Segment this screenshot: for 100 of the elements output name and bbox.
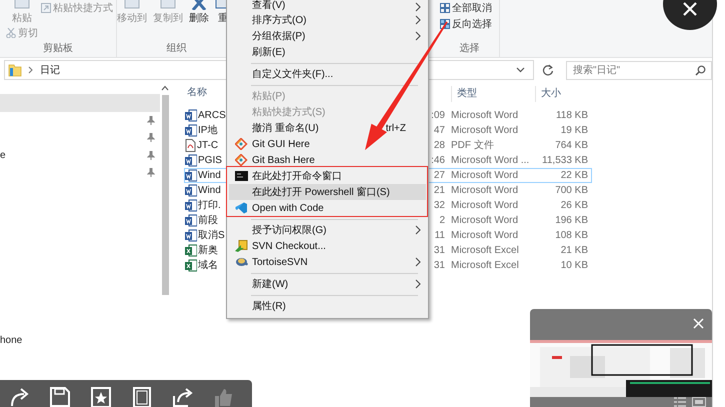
file-row[interactable]: 31 Microsoft Excel 21 KB [428,243,592,258]
file-row[interactable]: 28 PDF 文件 764 KB [428,138,592,153]
git-icon [235,154,248,166]
ribbon-button[interactable]: 反向选择 [440,16,492,32]
list-icon[interactable] [674,397,686,407]
address-path[interactable]: 日记 [40,63,60,77]
file-row[interactable]: 打印. [184,198,226,213]
menu-item[interactable]: 撤消 重命名(U) trl+Z [229,120,426,136]
git-icon [235,138,248,150]
file-row[interactable]: Wind [184,168,226,183]
close-icon[interactable] [693,318,704,328]
file-row[interactable]: :09 Microsoft Word 118 KB [428,108,592,123]
table-cell-text: 10 KB [560,260,588,272]
table-cell-text: Microsoft Word [451,214,520,226]
excel-icon [185,244,197,257]
menu-item[interactable]: Git GUI Here [229,136,426,152]
image-icon[interactable] [692,397,706,407]
file-row[interactable]: 11 Microsoft Word 108 KB [428,228,592,243]
checkout-icon [235,240,248,252]
file-row[interactable]: PGIS [184,153,226,168]
file-row[interactable]: 取消S [184,228,226,243]
file-row[interactable]: 21 Microsoft Word 700 KB [428,183,592,198]
table-cell-text: Microsoft Word [451,200,520,212]
table-cell-text: 2 [438,214,445,226]
table-cell-text: Microsoft Word [451,110,520,122]
column-header[interactable]: 类型 [451,86,535,102]
menu-item[interactable]: 查看(V) [229,0,426,12]
file-row[interactable]: 32 Microsoft Word 26 KB [428,198,592,213]
share-icon[interactable] [172,386,194,407]
table-cell-text: 118 KB [554,110,588,122]
floppy-icon[interactable] [49,386,71,407]
group-label: 组织 [166,42,188,55]
table-cell-text: :46 [430,154,445,166]
table-cell-text: Microsoft Word [451,170,520,182]
table-cell-text: 196 KB [554,214,588,226]
table-cell: PGIS [198,154,222,166]
pdf-icon [185,139,196,152]
ribbon-button[interactable]: 全部取消 [440,0,492,16]
file-row[interactable]: IP地 [184,123,226,138]
file-row[interactable]: JT-C [184,138,226,153]
word-icon [185,169,197,182]
pin-icon [147,133,155,142]
file-row[interactable]: 31 Microsoft Excel 10 KB [428,258,592,273]
grid-icon [440,19,450,29]
pin-icon [147,150,155,160]
search-field[interactable]: 搜索"日记" [566,60,712,80]
rotate-icon[interactable] [8,386,30,407]
menu-item[interactable]: 在此处打开 Powershell 窗口(S) [229,184,426,200]
file-row[interactable]: Wind [184,183,226,198]
table-cell-text: Microsoft Word [451,230,520,242]
file-row[interactable]: ARCS [184,108,226,123]
table-cell: 域名 [198,260,218,272]
menu-item[interactable]: Git Bash Here [229,152,426,168]
table-cell: 新奥 [198,244,218,256]
table-cell-text: 21 KB [560,244,588,256]
frame-icon[interactable] [131,386,153,407]
shortcut-icon [41,3,51,13]
file-row[interactable]: 新奥 [184,243,226,258]
chevron-icon [28,66,34,74]
nav-item[interactable]: hone [0,332,160,349]
table-cell: 取消S [198,230,225,242]
menu-item[interactable]: TortoiseSVN [229,254,426,270]
table-cell-text: Microsoft Word [451,184,520,196]
word-icon [185,184,197,197]
file-row[interactable]: 27 Microsoft Word 22 KB [428,168,592,183]
pin-icon [147,168,155,178]
column-header[interactable]: 名称 [185,85,207,101]
scrollbar-thumb[interactable] [162,95,168,295]
menu-item[interactable]: 分组依据(P) [229,28,426,44]
ribbon-button[interactable]: 删除 [189,0,209,25]
file-row[interactable]: 域名 [184,258,226,273]
search-icon[interactable] [695,64,706,76]
table-cell-text: Microsoft Excel [451,260,520,272]
x-icon [191,0,207,10]
file-row[interactable]: :46 Microsoft Word ... 11,533 KB [428,153,592,168]
table-cell-text: 19 KB [560,124,588,136]
menu-item[interactable]: 在此处打开命令窗口 [229,168,426,184]
table-cell-text: Microsoft Excel [451,244,520,256]
table-cell: Wind [198,184,221,196]
file-row[interactable]: 2 Microsoft Word 196 KB [428,213,592,228]
menu-item[interactable]: SVN Checkout... [229,238,426,254]
menu-item[interactable]: 属性(R) [229,298,426,314]
refresh-icon[interactable] [542,64,554,76]
menu-item[interactable]: 排序方式(O) [229,12,426,28]
nav-item[interactable]: e [0,146,160,164]
star-icon[interactable] [90,386,112,407]
file-row[interactable]: 47 Microsoft Word 19 KB [428,123,592,138]
table-cell-text: 28 [432,140,445,152]
column-header[interactable]: 大小 [535,86,588,102]
group-label: 选择 [458,42,480,55]
pin-icon [147,116,155,125]
table-cell: Wind [198,170,221,182]
menu-item[interactable]: 自定义文件夹(F)... [229,66,426,82]
menu-item[interactable]: Open with Code [229,200,426,216]
menu-item[interactable]: 新建(W) [229,276,426,292]
menu-item[interactable]: 刷新(E) [229,44,426,60]
file-row[interactable]: 前段 [184,213,226,228]
table-cell-text: 27 [432,170,445,182]
close-icon [682,1,698,17]
menu-item[interactable]: 授予访问权限(G) [229,222,426,238]
